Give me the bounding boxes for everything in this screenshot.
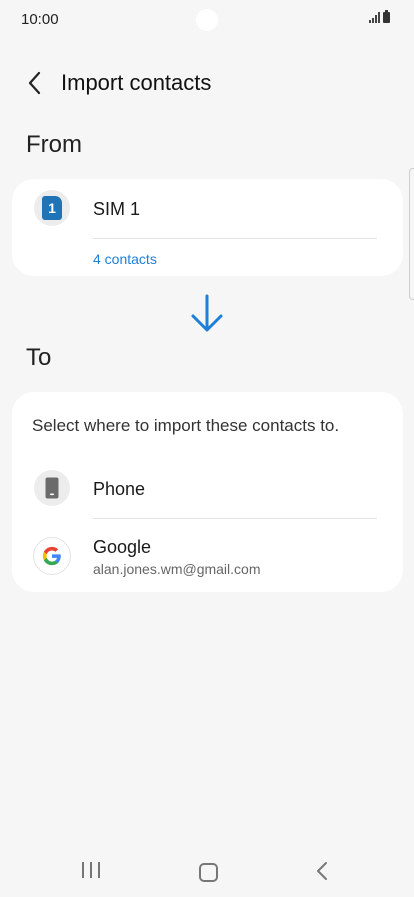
nav-back-button[interactable] bbox=[315, 861, 329, 881]
google-account-email: alan.jones.wm@gmail.com bbox=[93, 561, 261, 577]
destination-card: Select where to import these contacts to… bbox=[12, 392, 403, 592]
edge-panel-handle[interactable] bbox=[409, 168, 414, 300]
phone-option-label: Phone bbox=[93, 479, 146, 499]
front-camera bbox=[196, 9, 218, 31]
divider bbox=[93, 518, 377, 519]
page-title: Import contacts bbox=[61, 70, 212, 95]
status-icons bbox=[369, 10, 390, 23]
back-button[interactable] bbox=[20, 68, 50, 98]
sim-card-icon: 1 bbox=[42, 196, 62, 220]
google-avatar bbox=[34, 538, 70, 574]
home-button[interactable] bbox=[199, 863, 218, 882]
status-time: 10:00 bbox=[21, 11, 59, 28]
to-section-label: To bbox=[26, 344, 52, 371]
destination-hint: Select where to import these contacts to… bbox=[32, 416, 340, 435]
signal-icon bbox=[369, 12, 380, 23]
app-header: Import contacts bbox=[0, 62, 414, 106]
google-option-label: Google bbox=[93, 537, 152, 557]
phone-avatar bbox=[34, 470, 70, 506]
from-section-label: From bbox=[26, 131, 82, 158]
phone-icon bbox=[45, 477, 59, 499]
divider bbox=[93, 238, 377, 239]
contacts-count-link[interactable]: 4 contacts bbox=[93, 251, 157, 267]
recents-button[interactable] bbox=[82, 862, 100, 878]
sim-avatar: 1 bbox=[34, 190, 70, 226]
google-icon bbox=[42, 546, 61, 566]
arrow-down-icon bbox=[191, 294, 223, 332]
source-name: SIM 1 bbox=[93, 199, 141, 219]
source-card[interactable]: 1 SIM 1 4 contacts bbox=[12, 179, 403, 276]
navigation-bar bbox=[0, 845, 414, 897]
battery-icon bbox=[383, 10, 390, 23]
status-bar: 10:00 bbox=[0, 0, 414, 40]
chevron-left-icon bbox=[28, 71, 41, 95]
